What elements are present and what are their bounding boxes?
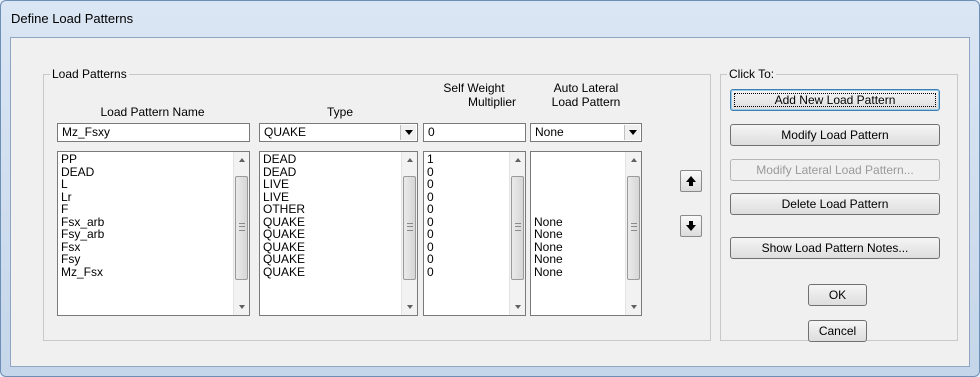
modify-load-pattern-button[interactable]: Modify Load Pattern <box>730 124 940 146</box>
scroll-thumb[interactable] <box>403 176 416 280</box>
cancel-label: Cancel <box>818 324 857 338</box>
modify-lateral-load-pattern-button[interactable]: Modify Lateral Load Pattern... <box>730 159 940 181</box>
list-item[interactable]: QUAKE <box>263 265 414 279</box>
add-new-load-pattern-button[interactable]: Add New Load Pattern <box>730 89 940 111</box>
list-item[interactable]: 0 <box>427 190 522 204</box>
load-pattern-name-list[interactable]: PP DEAD L Lr F Fsx_arb Fsy_arb Fsx Fsy M… <box>57 151 250 316</box>
list-item[interactable]: None <box>534 228 638 241</box>
click-to-legend: Click To: <box>729 67 775 81</box>
list-item[interactable]: QUAKE <box>263 228 414 241</box>
window-title: Define Load Patterns <box>11 11 134 26</box>
scroll-down-icon[interactable] <box>626 299 641 315</box>
delete-load-pattern-button[interactable]: Delete Load Pattern <box>730 193 940 215</box>
modify-lateral-load-pattern-label: Modify Lateral Load Pattern... <box>756 163 914 177</box>
list-item[interactable]: Fsy_arb <box>61 228 246 241</box>
scroll-thumb[interactable] <box>511 176 524 280</box>
header-load-pattern-name: Load Pattern Name <box>100 105 205 119</box>
scroll-down-icon[interactable] <box>510 299 525 315</box>
list-item[interactable]: F <box>61 203 246 216</box>
title-bar[interactable]: Define Load Patterns <box>1 1 979 37</box>
load-patterns-legend: Load Patterns <box>52 67 127 81</box>
list-item[interactable] <box>534 178 638 191</box>
ok-button[interactable]: OK <box>808 284 867 306</box>
scroll-down-icon[interactable] <box>402 299 417 315</box>
move-down-button[interactable] <box>680 215 702 237</box>
self-weight-list-scrollbar[interactable] <box>509 152 525 315</box>
list-item[interactable]: Mz_Fsx <box>61 265 246 279</box>
list-item[interactable]: 0 <box>427 240 522 254</box>
list-item[interactable]: 0 <box>427 265 522 279</box>
auto-lateral-combo[interactable]: None <box>530 123 642 142</box>
scroll-thumb[interactable] <box>235 176 248 280</box>
ok-label: OK <box>828 288 847 302</box>
list-item[interactable]: DEAD <box>263 153 414 166</box>
name-list-items: PP DEAD L Lr F Fsx_arb Fsy_arb Fsx Fsy M… <box>58 152 249 279</box>
auto-lateral-combo-value: None <box>535 125 564 139</box>
define-load-patterns-window: Define Load Patterns Load Patterns Load … <box>0 0 980 377</box>
list-item[interactable]: Lr <box>61 190 246 204</box>
scroll-up-icon[interactable] <box>626 152 641 168</box>
type-list-items: DEAD DEAD LIVE LIVE OTHER QUAKE QUAKE QU… <box>260 152 417 279</box>
list-item[interactable]: OTHER <box>263 203 414 216</box>
header-self-weight: Self Weight Multiplier <box>423 81 525 109</box>
load-pattern-name-input[interactable]: Mz_Fsxy <box>57 123 250 142</box>
dialog-client-area: Load Patterns Load Pattern Name Type Sel… <box>10 37 970 367</box>
scroll-up-icon[interactable] <box>234 152 249 168</box>
list-item[interactable] <box>534 166 638 179</box>
move-up-button[interactable] <box>680 170 702 192</box>
type-list-scrollbar[interactable] <box>401 152 417 315</box>
delete-load-pattern-label: Delete Load Pattern <box>781 197 889 211</box>
list-item[interactable] <box>534 153 638 166</box>
type-combo[interactable]: QUAKE <box>259 123 418 142</box>
name-list-scrollbar[interactable] <box>233 152 249 315</box>
list-item[interactable] <box>534 203 638 216</box>
list-item[interactable]: LIVE <box>263 178 414 191</box>
list-item[interactable]: DEAD <box>61 165 246 179</box>
header-auto-lateral-line1: Auto Lateral <box>553 81 619 95</box>
list-item[interactable]: L <box>61 178 246 191</box>
cancel-button[interactable]: Cancel <box>808 320 867 342</box>
header-self-weight-line1: Self Weight <box>443 81 505 95</box>
header-auto-lateral-line2: Load Pattern <box>551 95 621 109</box>
auto-lateral-list-scrollbar[interactable] <box>625 152 641 315</box>
list-item[interactable]: 0 <box>427 178 522 191</box>
self-weight-list[interactable]: 1 0 0 0 0 0 0 0 0 0 <box>423 151 526 316</box>
list-item[interactable]: None <box>534 265 638 279</box>
modify-load-pattern-label: Modify Load Pattern <box>781 128 889 142</box>
header-type: Type <box>326 105 353 119</box>
list-item[interactable]: Fsx <box>61 240 246 254</box>
list-item[interactable]: PP <box>61 153 246 166</box>
type-combo-value: QUAKE <box>264 125 307 139</box>
list-item[interactable]: 1 <box>427 153 522 166</box>
arrow-up-icon <box>686 176 696 186</box>
scroll-up-icon[interactable] <box>402 152 417 168</box>
scroll-down-icon[interactable] <box>234 299 249 315</box>
list-item[interactable]: 0 <box>427 165 522 179</box>
type-list[interactable]: DEAD DEAD LIVE LIVE OTHER QUAKE QUAKE QU… <box>259 151 418 316</box>
chevron-down-icon[interactable] <box>624 125 640 140</box>
list-item[interactable] <box>534 191 638 204</box>
list-item[interactable]: Fsy <box>61 253 246 266</box>
list-item[interactable]: 0 <box>427 215 522 229</box>
list-item[interactable]: 0 <box>427 228 522 241</box>
chevron-down-icon[interactable] <box>400 125 416 140</box>
self-weight-multiplier-input[interactable]: 0 <box>423 123 526 142</box>
list-item[interactable]: 0 <box>427 253 522 266</box>
scroll-up-icon[interactable] <box>510 152 525 168</box>
auto-lateral-list[interactable]: None None None None None <box>530 151 642 316</box>
header-auto-lateral: Auto Lateral Load Pattern <box>531 81 641 109</box>
arrow-down-icon <box>686 221 696 231</box>
list-item[interactable]: None <box>534 253 638 266</box>
list-item[interactable]: 0 <box>427 203 522 216</box>
header-self-weight-line2: Multiplier <box>467 95 516 109</box>
scroll-thumb[interactable] <box>627 176 640 280</box>
show-load-pattern-notes-button[interactable]: Show Load Pattern Notes... <box>730 237 940 259</box>
list-item[interactable]: QUAKE <box>263 253 414 266</box>
show-load-pattern-notes-label: Show Load Pattern Notes... <box>761 241 909 255</box>
